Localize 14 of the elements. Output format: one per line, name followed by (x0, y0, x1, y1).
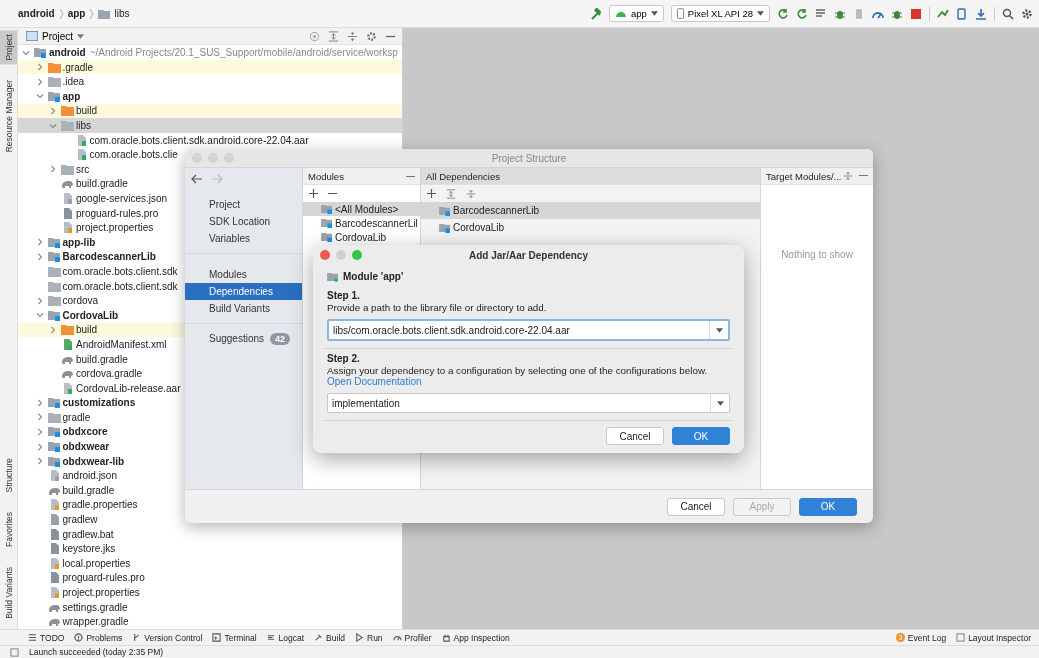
column-header: Modules (308, 170, 344, 182)
dialog-title: Project Structure (491, 152, 567, 164)
project-path: ~/Android Projects/20.1_SUS_Support/mobile/android/service/worksp (89, 47, 398, 59)
status-message: Launch succeeded (today 2:35 PM) (29, 647, 164, 657)
step-heading: Step 2. (327, 353, 361, 364)
column-header: Target Modules/... (766, 170, 842, 182)
module-label: Module 'app' (343, 271, 404, 282)
column-header: All Dependencies (426, 170, 500, 182)
step-description: Provide a path to the library file or directory to add. (327, 302, 548, 313)
empty-message: Nothing to show (780, 249, 854, 260)
dialog-title: Add Jar/Aar Dependency (469, 249, 588, 261)
step-description: Assign your dependency to a configuration by selecting one of the configurations below. (327, 365, 709, 376)
count-badge: 42 (270, 332, 291, 345)
step-heading: Step 1. (327, 290, 361, 301)
